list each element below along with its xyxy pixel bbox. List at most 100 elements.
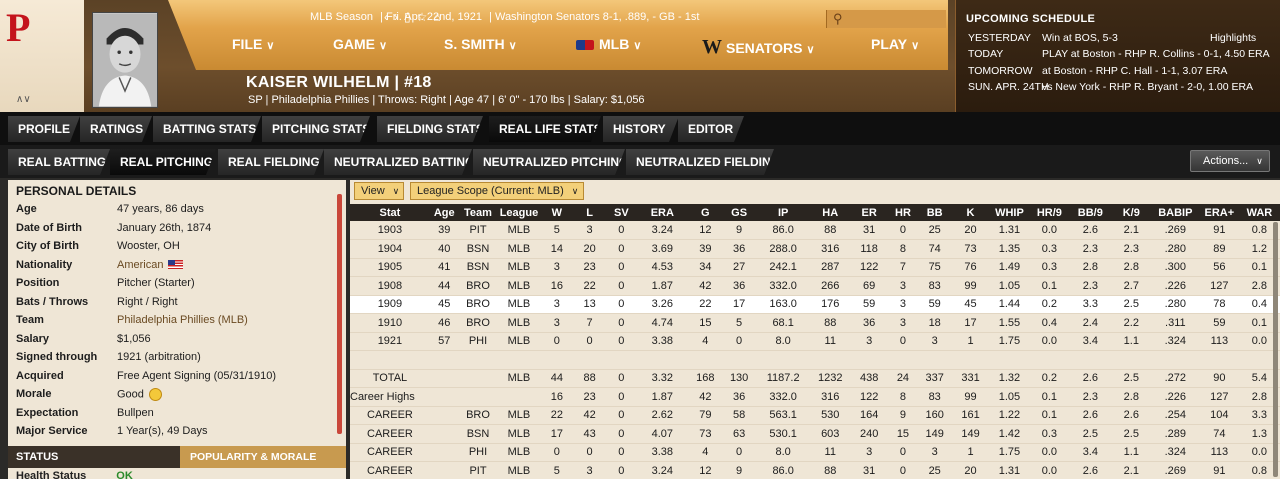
column-header[interactable]: K/9 bbox=[1111, 204, 1151, 221]
schedule-row[interactable]: TODAY PLAY at Boston - RHP R. Collins - 0… bbox=[968, 48, 1270, 60]
senators-logo-icon: W bbox=[702, 36, 722, 58]
column-header[interactable]: BB bbox=[917, 204, 953, 221]
table-cell: 1232 bbox=[810, 369, 850, 388]
table-row[interactable]: 1908 44 BRO MLB 16 22 0 1.87 42 36 332.0 266 69 3 83 99… bbox=[350, 276, 1280, 296]
table-cell: 1187.2 bbox=[755, 369, 811, 388]
column-header[interactable]: HR/9 bbox=[1029, 204, 1069, 221]
menu-manager[interactable]: S. SMITH ∨ bbox=[444, 36, 517, 52]
tab-fielding-stats[interactable]: FIELDING STATS bbox=[377, 116, 483, 142]
table-cell bbox=[687, 350, 723, 370]
pirates-logo-icon[interactable]: P bbox=[6, 8, 30, 48]
table-cell: 74 bbox=[1199, 424, 1239, 444]
highlights-link[interactable]: Highlights bbox=[1210, 32, 1256, 44]
table-cell: MLB bbox=[497, 276, 541, 296]
table-cell: .226 bbox=[1150, 276, 1200, 296]
column-header[interactable]: W bbox=[540, 204, 574, 221]
team-cycle-arrows-icon[interactable]: ∧∨ bbox=[16, 94, 31, 105]
column-header[interactable]: Team bbox=[458, 204, 498, 221]
menu-play[interactable]: PLAY ∨ bbox=[871, 36, 919, 52]
menu-file[interactable]: FILE ∨ bbox=[232, 36, 274, 52]
actions-button[interactable]: Actions... ∨ bbox=[1190, 150, 1270, 172]
table-row[interactable]: 1904 40 BSN MLB 14 20 0 3.69 39 36 288.0 316 118 8 74 7… bbox=[350, 239, 1280, 259]
detail-value[interactable]: American bbox=[117, 259, 184, 271]
table-row[interactable]: Career Highs 16 23 0 1.87 42 36 332.0 316 122 8 83 9… bbox=[350, 387, 1280, 407]
column-header[interactable]: League bbox=[497, 204, 541, 221]
column-header[interactable]: WAR bbox=[1238, 204, 1280, 221]
tab-pitching-stats[interactable]: PITCHING STATS bbox=[262, 116, 370, 142]
tab-batting-stats[interactable]: BATTING STATS bbox=[153, 116, 261, 142]
table-row[interactable]: CAREER BSN MLB 17 43 0 4.07 73 63 530.1 603 240 15 14… bbox=[350, 424, 1280, 444]
column-header[interactable]: HA bbox=[810, 204, 850, 221]
table-row[interactable]: TOTAL MLB 44 88 0 3.32 168 130 1187.2 1232 438 24 33… bbox=[350, 369, 1280, 388]
tab-neutralized-batting[interactable]: NEUTRALIZED BATTING bbox=[324, 149, 472, 175]
table-cell bbox=[606, 350, 637, 370]
table-cell: 3 bbox=[888, 276, 918, 296]
tab-editor[interactable]: EDITOR bbox=[678, 116, 744, 142]
tab-popularity-morale[interactable]: POPULARITY & MORALE bbox=[180, 446, 346, 468]
column-header[interactable]: SV bbox=[606, 204, 637, 221]
schedule-row[interactable]: YESTERDAY Win at BOS, 5-3 Highlights bbox=[968, 32, 1256, 44]
column-header[interactable]: ER bbox=[849, 204, 889, 221]
tab-real-batting[interactable]: REAL BATTING bbox=[8, 149, 110, 175]
menu-team[interactable]: W SENATORS ∨ bbox=[702, 36, 815, 59]
column-header[interactable]: K bbox=[952, 204, 989, 221]
column-header[interactable]: BB/9 bbox=[1068, 204, 1112, 221]
details-scrollbar[interactable] bbox=[337, 194, 342, 434]
tab-neutralized-fielding[interactable]: NEUTRALIZED FIELDING bbox=[626, 149, 774, 175]
tab-history[interactable]: HISTORY bbox=[603, 116, 679, 142]
table-row[interactable]: 1910 46 BRO MLB 3 7 0 4.74 15 5 68.1 88 36 3 18 17 1.55 0… bbox=[350, 313, 1280, 333]
table-row[interactable]: CAREER PHI MLB 0 0 0 3.38 4 0 8.0 11 3 0 3 1 1.75 0.0 3.4… bbox=[350, 443, 1280, 462]
menu-game[interactable]: GAME ∨ bbox=[333, 36, 387, 52]
current-date[interactable]: Fri. Apr. 22nd, 1921 bbox=[386, 11, 482, 23]
schedule-row[interactable]: SUN. APR. 24THvs New York - RHP R. Bryan… bbox=[968, 81, 1253, 93]
column-header[interactable]: ERA bbox=[636, 204, 688, 221]
column-header[interactable]: HR bbox=[888, 204, 918, 221]
table-row[interactable]: 1909 45 BRO MLB 3 13 0 3.26 22 17 163.0 176 59 3 59 45 1… bbox=[350, 295, 1280, 314]
column-header[interactable]: BABIP bbox=[1150, 204, 1200, 221]
table-cell: 240 bbox=[849, 424, 889, 444]
health-status-row: Health Status OK bbox=[16, 470, 133, 479]
tab-profile[interactable]: PROFILE bbox=[8, 116, 80, 142]
tab-real-fielding[interactable]: REAL FIELDING bbox=[218, 149, 324, 175]
search-input[interactable]: ⚲ bbox=[826, 10, 946, 28]
table-scrollbar[interactable] bbox=[1273, 222, 1278, 477]
table-row[interactable]: CAREER PIT MLB 5 3 0 3.24 12 9 86.0 88 31 0 25 20 1.31 0… bbox=[350, 461, 1280, 479]
table-cell: 0.0 bbox=[1029, 443, 1069, 462]
table-row[interactable]: 1905 41 BSN MLB 3 23 0 4.53 34 27 242.1 287 122 7 75 76… bbox=[350, 258, 1280, 277]
tab-neutralized-pitching[interactable]: NEUTRALIZED PITCHING bbox=[473, 149, 625, 175]
main-tab-bar: PROFILE RATINGS BATTING STATS PITCHING S… bbox=[0, 112, 1280, 145]
table-cell: CAREER bbox=[350, 443, 430, 462]
table-row[interactable]: 1903 39 PIT MLB 5 3 0 3.24 12 9 86.0 88 31 0 25 20 1.31 0… bbox=[350, 221, 1280, 240]
table-cell: 23 bbox=[573, 258, 606, 277]
column-header[interactable]: GS bbox=[722, 204, 756, 221]
column-header[interactable]: L bbox=[573, 204, 606, 221]
team-link[interactable]: Philadelphia Phillies (MLB) bbox=[117, 314, 248, 326]
league-scope-dropdown[interactable]: League Scope (Current: MLB) ∨ bbox=[410, 182, 584, 200]
tab-ratings[interactable]: RATINGS bbox=[80, 116, 152, 142]
table-cell: 0 bbox=[573, 443, 606, 462]
tab-real-life-stats[interactable]: REAL LIFE STATS bbox=[489, 116, 601, 142]
schedule-row[interactable]: TOMORROW at Boston - RHP C. Hall - 1-1, 3… bbox=[968, 65, 1227, 77]
team-record[interactable]: Washington Senators 8-1, .889, - GB - 1s… bbox=[495, 11, 699, 23]
column-header[interactable]: G bbox=[687, 204, 723, 221]
column-header[interactable]: WHIP bbox=[988, 204, 1030, 221]
table-cell: 63 bbox=[722, 424, 756, 444]
table-row[interactable]: 1921 57 PHI MLB 0 0 0 3.38 4 0 8.0 11 3 0 3 1 1.75 0.0 3.4… bbox=[350, 332, 1280, 351]
table-cell: 4.74 bbox=[636, 313, 688, 333]
table-cell: 0 bbox=[606, 387, 637, 407]
column-header[interactable]: Age bbox=[429, 204, 459, 221]
table-row[interactable]: CAREER BRO MLB 22 42 0 2.62 79 58 563.1 530 164 9 160… bbox=[350, 406, 1280, 425]
table-cell: 2.8 bbox=[1111, 258, 1151, 277]
detail-value: 1 Year(s), 49 Days bbox=[117, 425, 208, 437]
detail-row-city: City of Birth Wooster, OH bbox=[16, 238, 338, 256]
column-header[interactable]: ERA+ bbox=[1199, 204, 1239, 221]
tab-real-pitching[interactable]: REAL PITCHING bbox=[110, 149, 216, 175]
table-cell bbox=[636, 350, 688, 370]
table-cell: 42 bbox=[573, 406, 606, 425]
table-row[interactable] bbox=[350, 350, 1280, 370]
column-header[interactable]: IP bbox=[755, 204, 811, 221]
column-header[interactable]: Stat bbox=[350, 204, 430, 221]
view-dropdown[interactable]: View ∨ bbox=[354, 182, 404, 200]
menu-league[interactable]: MLB ∨ bbox=[576, 36, 641, 52]
table-cell: 36 bbox=[722, 239, 756, 259]
